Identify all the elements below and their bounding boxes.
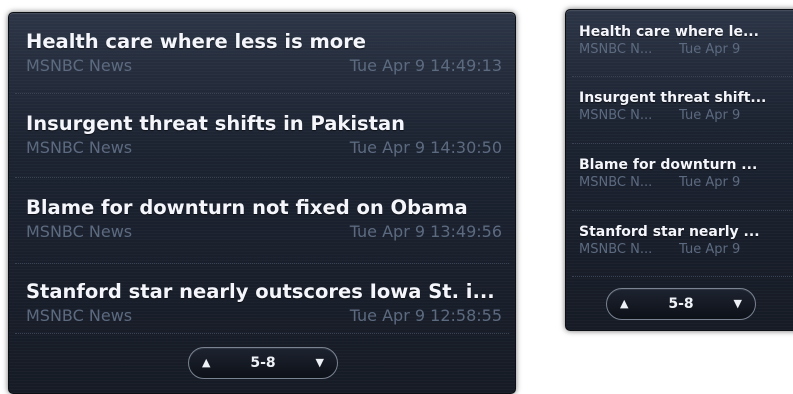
- news-headline[interactable]: Insurgent threat shifts in Pakistan: [26, 111, 506, 137]
- news-meta: MSNBC N... Tue Apr 9: [579, 107, 793, 124]
- news-item[interactable]: Health care where less is more MSNBC New…: [9, 13, 515, 76]
- pager-control: ▲ 5-8 ▼: [188, 347, 338, 379]
- news-headline[interactable]: Health care where le...: [579, 23, 789, 41]
- news-gadget-large: Health care where less is more MSNBC New…: [8, 12, 516, 394]
- news-meta: MSNBC N... Tue Apr 9: [579, 174, 793, 191]
- news-source: MSNBC News: [26, 222, 133, 241]
- news-item[interactable]: Stanford star nearly ... MSNBC N... Tue …: [566, 210, 793, 258]
- news-date: Tue Apr 9 14:49:13: [349, 56, 502, 75]
- news-date: Tue Apr 9 14:30:50: [349, 138, 502, 157]
- news-meta: MSNBC N... Tue Apr 9: [579, 41, 793, 58]
- divider: [572, 276, 793, 277]
- news-source: MSNBC N...: [579, 42, 653, 57]
- news-date: Tue Apr 9: [679, 108, 741, 123]
- news-meta: MSNBC News Tue Apr 9 14:30:50: [26, 138, 515, 158]
- news-headline[interactable]: Blame for downturn ...: [579, 156, 789, 174]
- divider: [15, 93, 509, 94]
- divider: [15, 333, 509, 334]
- news-source: MSNBC News: [26, 56, 133, 75]
- news-source: MSNBC News: [26, 138, 133, 157]
- news-headline[interactable]: Insurgent threat shift...: [579, 89, 789, 107]
- pager-control: ▲ 5-8 ▼: [606, 288, 756, 320]
- news-gadget-small: Health care where le... MSNBC N... Tue A…: [565, 9, 793, 331]
- news-date: Tue Apr 9: [679, 42, 741, 57]
- news-meta: MSNBC News Tue Apr 9 13:49:56: [26, 222, 515, 242]
- news-item[interactable]: Insurgent threat shift... MSNBC N... Tue…: [566, 76, 793, 124]
- news-item[interactable]: Blame for downturn not fixed on Obama MS…: [9, 179, 515, 242]
- news-headline[interactable]: Stanford star nearly outscores Iowa St. …: [26, 279, 506, 305]
- news-meta: MSNBC N... Tue Apr 9: [579, 241, 793, 258]
- news-headline[interactable]: Stanford star nearly ...: [579, 223, 789, 241]
- news-item[interactable]: Stanford star nearly outscores Iowa St. …: [9, 263, 515, 326]
- next-page-down-arrow-icon[interactable]: ▼: [316, 348, 324, 378]
- news-source: MSNBC News: [26, 306, 133, 325]
- news-date: Tue Apr 9 13:49:56: [349, 222, 502, 241]
- news-source: MSNBC N...: [579, 242, 653, 257]
- news-meta: MSNBC News Tue Apr 9 12:58:55: [26, 306, 515, 326]
- news-item[interactable]: Insurgent threat shifts in Pakistan MSNB…: [9, 95, 515, 158]
- news-date: Tue Apr 9 12:58:55: [349, 306, 502, 325]
- news-date: Tue Apr 9: [679, 175, 741, 190]
- news-headline[interactable]: Blame for downturn not fixed on Obama: [26, 195, 506, 221]
- news-item[interactable]: Health care where le... MSNBC N... Tue A…: [566, 10, 793, 58]
- news-headline[interactable]: Health care where less is more: [26, 29, 506, 55]
- next-page-down-arrow-icon[interactable]: ▼: [734, 289, 742, 319]
- news-meta: MSNBC News Tue Apr 9 14:49:13: [26, 56, 515, 76]
- news-date: Tue Apr 9: [679, 242, 741, 257]
- news-source: MSNBC N...: [579, 175, 653, 190]
- news-item[interactable]: Blame for downturn ... MSNBC N... Tue Ap…: [566, 143, 793, 191]
- news-source: MSNBC N...: [579, 108, 653, 123]
- divider: [15, 177, 509, 178]
